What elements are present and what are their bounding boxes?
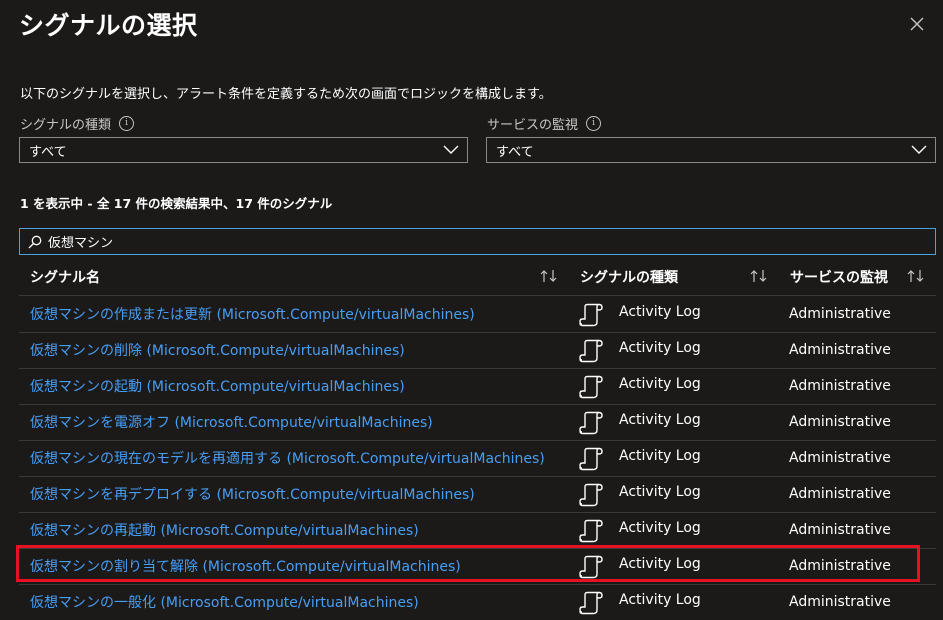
- info-icon[interactable]: i: [119, 116, 135, 131]
- signal-name-link[interactable]: 仮想マシンの作成または更新 (Microsoft.Compute/virtual…: [30, 304, 475, 324]
- signal-type-cell: Activity Log: [619, 412, 701, 428]
- sort-icon[interactable]: [539, 268, 559, 284]
- info-icon[interactable]: i: [586, 116, 602, 131]
- signal-type-cell: Activity Log: [619, 484, 701, 500]
- signal-name-link[interactable]: 仮想マシンの再起動 (Microsoft.Compute/virtualMach…: [30, 520, 419, 540]
- activity-log-icon: [579, 519, 603, 543]
- signal-type-dropdown[interactable]: すべて: [19, 137, 468, 163]
- service-cell: Administrative: [789, 594, 891, 610]
- signal-type-cell: Activity Log: [619, 304, 701, 320]
- activity-log-icon: [579, 447, 603, 471]
- sort-icon[interactable]: [906, 268, 926, 284]
- signal-name-link[interactable]: 仮想マシンの起動 (Microsoft.Compute/virtualMachi…: [30, 376, 405, 396]
- sort-icon[interactable]: [749, 268, 769, 284]
- activity-log-icon: [579, 591, 603, 615]
- search-input[interactable]: 仮想マシン: [19, 228, 936, 255]
- service-label-text: サービスの監視: [487, 118, 579, 133]
- search-value: 仮想マシン: [48, 236, 114, 251]
- table-row[interactable]: 仮想マシンの作成または更新 (Microsoft.Compute/virtual…: [19, 296, 936, 332]
- column-header-signal-name[interactable]: シグナル名: [30, 262, 100, 292]
- activity-log-icon: [579, 303, 603, 327]
- signal-name-link[interactable]: 仮想マシンの現在のモデルを再適用する (Microsoft.Compute/vi…: [30, 448, 545, 468]
- signal-type-selected-value: すべて: [29, 144, 67, 160]
- table-row[interactable]: 仮想マシンの現在のモデルを再適用する (Microsoft.Compute/vi…: [19, 440, 936, 476]
- signal-type-cell: Activity Log: [619, 448, 701, 464]
- signal-type-cell: Activity Log: [619, 340, 701, 356]
- service-selected-value: すべて: [496, 144, 534, 160]
- service-cell: Administrative: [789, 342, 891, 358]
- activity-log-icon: [579, 339, 603, 363]
- service-cell: Administrative: [789, 414, 891, 430]
- service-cell: Administrative: [789, 378, 891, 394]
- activity-log-icon: [579, 375, 603, 399]
- panel-description: 以下のシグナルを選択し、アラート条件を定義するため次の画面でロジックを構成します…: [20, 87, 552, 102]
- signal-type-cell: Activity Log: [619, 592, 701, 608]
- chevron-down-icon: [911, 145, 927, 154]
- table-row[interactable]: 仮想マシンの削除 (Microsoft.Compute/virtualMachi…: [19, 332, 936, 368]
- service-cell: Administrative: [789, 306, 891, 322]
- chevron-down-icon: [443, 145, 459, 154]
- table-row[interactable]: 仮想マシンを電源オフ (Microsoft.Compute/virtualMac…: [19, 404, 936, 440]
- signal-type-filter-label: シグナルの種類 i: [20, 114, 135, 133]
- signal-type-label-text: シグナルの種類: [20, 118, 112, 133]
- signal-name-link[interactable]: 仮想マシンを電源オフ (Microsoft.Compute/virtualMac…: [30, 412, 433, 432]
- service-cell: Administrative: [789, 450, 891, 466]
- panel-title: シグナルの選択: [19, 11, 198, 40]
- results-summary: 1 を表示中 - 全 17 件の検索結果中、17 件のシグナル: [20, 196, 333, 211]
- table-row[interactable]: 仮想マシンの再起動 (Microsoft.Compute/virtualMach…: [19, 512, 936, 548]
- close-icon[interactable]: [906, 13, 928, 35]
- signal-type-cell: Activity Log: [619, 520, 701, 536]
- service-dropdown[interactable]: すべて: [486, 137, 936, 163]
- signal-type-cell: Activity Log: [619, 376, 701, 392]
- column-header-service[interactable]: サービスの監視: [790, 262, 888, 292]
- signal-name-link[interactable]: 仮想マシンの一般化 (Microsoft.Compute/virtualMach…: [30, 592, 419, 612]
- activity-log-icon: [579, 483, 603, 507]
- activity-log-icon: [579, 411, 603, 435]
- column-header-signal-type[interactable]: シグナルの種類: [580, 262, 678, 292]
- service-filter-label: サービスの監視 i: [487, 114, 602, 133]
- highlight-box: [16, 545, 920, 582]
- service-cell: Administrative: [789, 522, 891, 538]
- service-cell: Administrative: [789, 486, 891, 502]
- table-row[interactable]: 仮想マシンを再デプロイする (Microsoft.Compute/virtual…: [19, 476, 936, 512]
- table-row[interactable]: 仮想マシンの起動 (Microsoft.Compute/virtualMachi…: [19, 368, 936, 404]
- search-icon: [28, 235, 42, 249]
- signal-name-link[interactable]: 仮想マシンの削除 (Microsoft.Compute/virtualMachi…: [30, 340, 405, 360]
- signal-name-link[interactable]: 仮想マシンを再デプロイする (Microsoft.Compute/virtual…: [30, 484, 475, 504]
